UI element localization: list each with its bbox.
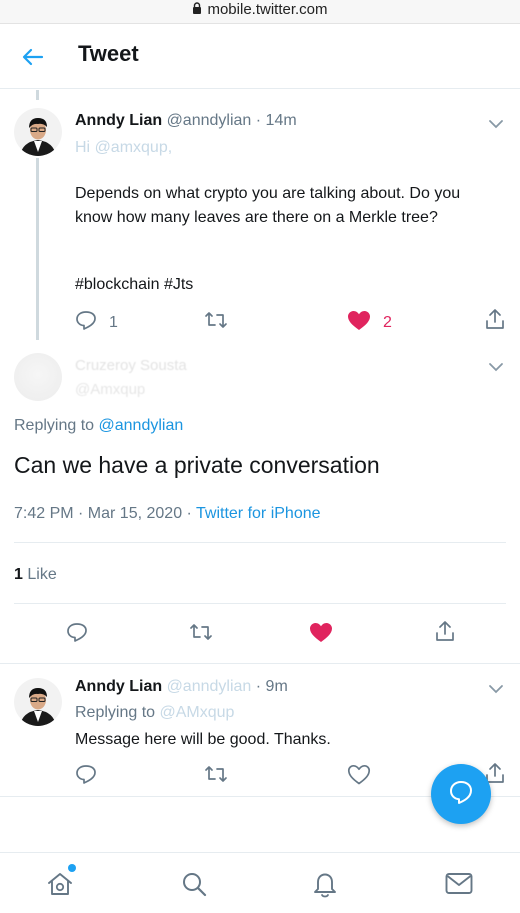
- replying-to-label: Replying to: [14, 417, 95, 434]
- reply-action[interactable]: 1: [75, 310, 118, 335]
- bottom-nav: [0, 852, 520, 913]
- url-text: mobile.twitter.com: [207, 1, 328, 18]
- replying-to-handle[interactable]: @anndylian: [99, 417, 184, 434]
- share-icon[interactable]: [484, 308, 506, 335]
- author-handle[interactable]: @anndylian: [167, 112, 252, 129]
- likes-count: 1: [14, 566, 23, 583]
- replying-to-line: Replying to @AMxqup: [75, 704, 234, 722]
- replying-to-line: Replying to @anndylian: [14, 417, 183, 435]
- bell-icon[interactable]: [311, 869, 339, 904]
- heart-outline-icon[interactable]: [347, 764, 371, 790]
- page-title: Tweet: [78, 41, 139, 66]
- hashtags-link[interactable]: #blockchain #Jts: [75, 273, 193, 297]
- replying-to-handle[interactable]: @AMxqup: [160, 704, 235, 721]
- browser-url-bar[interactable]: mobile.twitter.com: [0, 0, 520, 24]
- retweet-icon[interactable]: [189, 622, 213, 647]
- thread-line-top: [36, 90, 39, 100]
- page-header: Tweet: [0, 25, 520, 89]
- chevron-down-icon[interactable]: [488, 116, 504, 129]
- tweet-timestamp[interactable]: 7:42 PM · Mar 15, 2020 ·: [14, 505, 192, 522]
- greeting-text: Hi: [75, 139, 91, 156]
- tweet-time[interactable]: 9m: [266, 678, 288, 695]
- heart-filled-icon[interactable]: [309, 622, 333, 648]
- reply-icon[interactable]: [66, 622, 88, 647]
- avatar-blurred[interactable]: [14, 353, 62, 401]
- dot-separator: ·: [255, 112, 262, 129]
- retweet-icon[interactable]: [204, 310, 228, 335]
- divider: [14, 603, 506, 604]
- reply-count: 1: [109, 313, 118, 331]
- replying-to-label: Replying to: [75, 704, 156, 721]
- chat-bubble-icon: [448, 779, 474, 810]
- chevron-down-icon[interactable]: [488, 359, 504, 372]
- author-name[interactable]: Anndy Lian: [75, 678, 162, 695]
- author-name[interactable]: Anndy Lian: [75, 112, 162, 129]
- avatar[interactable]: [14, 678, 62, 726]
- likes-label: Like: [27, 566, 57, 583]
- new-message-button[interactable]: [431, 764, 491, 824]
- author-name-blurred[interactable]: Cruzeroy Sousta: [75, 357, 187, 374]
- tweet-text: Can we have a private conversation: [14, 452, 380, 478]
- like-action[interactable]: 2: [347, 310, 392, 336]
- tweet-body: Message here will be good. Thanks.: [75, 731, 331, 748]
- retweet-icon[interactable]: [204, 764, 228, 789]
- focused-tweet: Cruzeroy Sousta @Amxqup Replying to @ann…: [0, 345, 520, 665]
- thread-line: [36, 158, 39, 340]
- tweet-author-line: Anndy Lian @anndylian · 9m: [75, 678, 288, 696]
- heart-filled-icon: [347, 310, 371, 336]
- author-handle[interactable]: @anndylian: [167, 678, 252, 695]
- home-icon[interactable]: [46, 870, 74, 903]
- share-icon[interactable]: [434, 620, 456, 647]
- notification-dot: [68, 864, 76, 872]
- tweet-author-line: Anndy Lian @anndylian · 14m: [75, 112, 297, 130]
- tweet-source[interactable]: Twitter for iPhone: [196, 505, 321, 522]
- parent-tweet[interactable]: Anndy Lian @anndylian · 14m Hi @amxqup, …: [0, 90, 520, 340]
- timestamp-line: 7:42 PM · Mar 15, 2020 · Twitter for iPh…: [14, 505, 321, 523]
- mention-link[interactable]: @amxqup,: [95, 139, 173, 156]
- reply-icon: [75, 310, 97, 335]
- tweet-time[interactable]: 14m: [266, 112, 297, 129]
- dot-separator: ·: [255, 678, 262, 695]
- mail-icon[interactable]: [444, 871, 474, 902]
- author-handle-blurred[interactable]: @Amxqup: [75, 381, 145, 398]
- tweet-body: Depends on what crypto you are talking a…: [75, 185, 461, 226]
- likes-summary[interactable]: 1 Like: [14, 566, 57, 584]
- like-count: 2: [383, 314, 392, 331]
- search-icon[interactable]: [180, 870, 208, 903]
- avatar[interactable]: [14, 108, 62, 156]
- divider: [14, 542, 506, 543]
- lock-icon: [192, 2, 202, 19]
- arrow-left-icon[interactable]: [18, 42, 48, 72]
- reply-icon[interactable]: [75, 764, 97, 789]
- greeting-line: Hi @amxqup,: [75, 139, 172, 157]
- chevron-down-icon[interactable]: [488, 681, 504, 694]
